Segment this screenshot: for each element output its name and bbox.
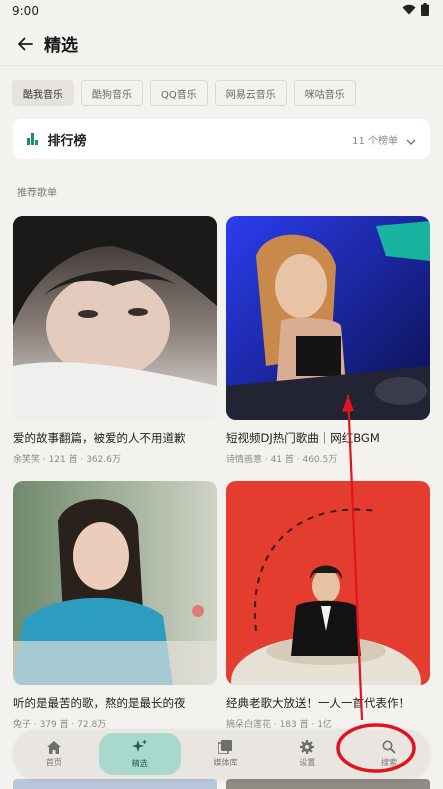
- nav-settings[interactable]: 设置: [266, 733, 348, 775]
- playlist-title: 短视频DJ热门歌曲｜网红BGM: [226, 431, 380, 445]
- playlist-title: 听的是最苦的歌，熬的是最长的夜: [13, 696, 186, 710]
- nav-home[interactable]: 首页: [13, 733, 95, 775]
- nav-featured[interactable]: 精选: [98, 733, 181, 775]
- ranking-title: 排行榜: [47, 133, 87, 149]
- playlist-cover: [226, 481, 430, 685]
- playlist-title: 经典老歌大放送！一人一首代表作！: [226, 696, 410, 710]
- home-icon: [46, 740, 61, 754]
- library-icon: [218, 740, 233, 754]
- playlist-cover-peek: [13, 779, 217, 789]
- nav-label: 首页: [45, 757, 62, 767]
- playlist-meta: 诗情画意 · 41 首 · 460.5万: [226, 455, 338, 465]
- wifi-icon: [402, 4, 416, 18]
- ranking-card[interactable]: 排行榜 11 个榜单: [13, 119, 430, 159]
- back-button[interactable]: [14, 33, 36, 55]
- playlist-meta: 余笑笑 · 121 首 · 362.6万: [13, 455, 121, 465]
- playlist-card[interactable]: 经典老歌大放送！一人一首代表作！ 摘朵白莲花 · 183 首 · 1亿: [226, 481, 430, 730]
- source-tabs: 酷我音乐 酷狗音乐 QQ音乐 网易云音乐 咪咕音乐: [12, 80, 356, 106]
- sparkle-icon: [131, 739, 147, 752]
- section-title: 推荐歌单: [17, 188, 57, 199]
- playlist-card[interactable]: 爱的故事翻篇，被爱的人不用道歉 余笑笑 · 121 首 · 362.6万: [13, 216, 217, 465]
- chevron-down-icon: [406, 130, 416, 149]
- tab-netease[interactable]: 网易云音乐: [214, 80, 287, 106]
- nav-label: 精选: [131, 759, 148, 768]
- ranking-count: 11 个榜单: [352, 135, 398, 147]
- nav-search[interactable]: 搜索: [348, 733, 430, 775]
- arrow-left-icon: [18, 37, 33, 50]
- playlist-cover: [13, 481, 217, 685]
- status-bar: 9:00: [0, 0, 443, 22]
- nav-label: 搜索: [381, 758, 398, 767]
- status-time: 9:00: [12, 4, 39, 18]
- search-icon: [382, 740, 396, 754]
- nav-label: 设置: [299, 758, 316, 767]
- playlist-cover-peek: [226, 779, 430, 789]
- playlist-card[interactable]: 听的是最苦的歌，熬的是最长的夜 兔子 · 379 首 · 72.8万: [13, 481, 217, 730]
- page-title: 精选: [44, 36, 78, 56]
- playlist-cover: [226, 216, 430, 420]
- app-bar: 精选: [0, 22, 443, 66]
- playlist-card[interactable]: 短视频DJ热门歌曲｜网红BGM 诗情画意 · 41 首 · 460.5万: [226, 216, 430, 465]
- bottom-navigation: 首页 精选 媒体库 设置 搜索: [13, 729, 430, 779]
- nav-label: 媒体库: [213, 758, 238, 767]
- playlist-cover: [13, 216, 217, 420]
- tab-kuwo[interactable]: 酷我音乐: [12, 80, 74, 106]
- playlist-title: 爱的故事翻篇，被爱的人不用道歉: [13, 431, 186, 445]
- tab-migu[interactable]: 咪咕音乐: [293, 80, 356, 106]
- tab-qq[interactable]: QQ音乐: [150, 80, 208, 106]
- gear-icon: [300, 740, 315, 754]
- tab-kugou[interactable]: 酷狗音乐: [81, 80, 143, 106]
- battery-icon: [421, 3, 429, 19]
- nav-library[interactable]: 媒体库: [185, 733, 267, 775]
- bar-chart-icon: [27, 133, 38, 145]
